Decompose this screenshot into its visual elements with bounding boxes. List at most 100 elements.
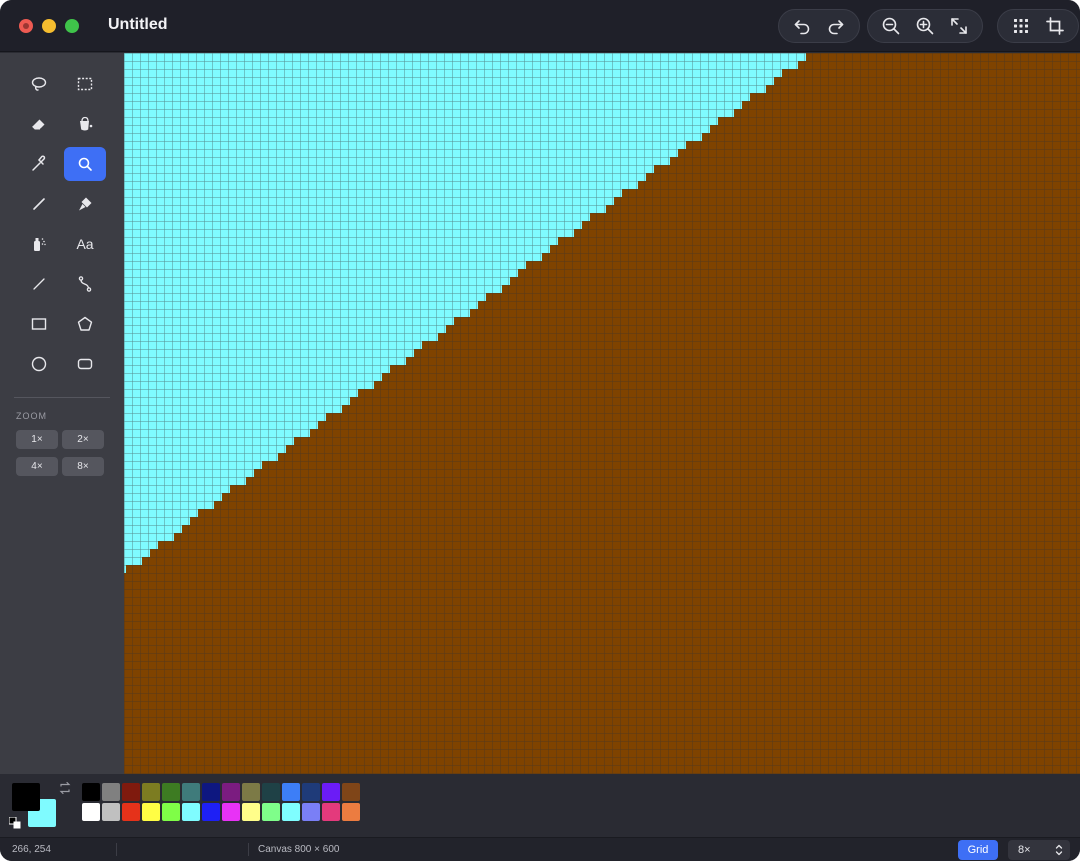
palette-swatch[interactable] xyxy=(202,783,220,801)
zoom-level-value: 8× xyxy=(1018,844,1031,856)
palette-swatch[interactable] xyxy=(102,783,120,801)
grid-button[interactable] xyxy=(1004,9,1038,43)
palette-swatch[interactable] xyxy=(202,803,220,821)
eraser-tool[interactable] xyxy=(18,107,60,141)
tool-sidebar: Aa ZOOM 1× 2× 4× 8× xyxy=(0,53,124,774)
palette-swatch[interactable] xyxy=(282,783,300,801)
redo-button[interactable] xyxy=(819,9,853,43)
crop-icon xyxy=(1046,17,1064,35)
rect-select-tool[interactable] xyxy=(64,67,106,101)
palette-swatch[interactable] xyxy=(342,783,360,801)
cursor-position: 266, 254 xyxy=(12,844,51,855)
drawing-canvas[interactable] xyxy=(124,53,1080,774)
pixel-grid-overlay xyxy=(124,53,1080,774)
rectangle-icon xyxy=(31,318,47,330)
palette-swatch[interactable] xyxy=(302,803,320,821)
eyedropper-icon xyxy=(32,155,46,171)
color-palette-bar xyxy=(0,774,1080,837)
pencil-icon xyxy=(33,198,45,210)
title-bar: Untitled xyxy=(0,0,1080,52)
grid-icon xyxy=(1014,19,1028,33)
palette-swatch[interactable] xyxy=(342,803,360,821)
palette-swatch[interactable] xyxy=(282,803,300,821)
status-bar: 266, 254 Canvas 800 × 600 Grid 8× xyxy=(0,837,1080,861)
palette-swatch[interactable] xyxy=(262,803,280,821)
sidebar-divider xyxy=(14,397,110,398)
palette-swatch[interactable] xyxy=(162,783,180,801)
palette-swatch[interactable] xyxy=(242,783,260,801)
primary-color-swatch[interactable] xyxy=(12,783,40,811)
zoom-1x-button[interactable]: 1× xyxy=(16,430,58,449)
palette-swatch[interactable] xyxy=(182,803,200,821)
minimize-window-button[interactable] xyxy=(42,19,56,33)
close-window-button[interactable] xyxy=(19,19,33,33)
lasso-icon xyxy=(31,77,47,91)
palette-swatch[interactable] xyxy=(142,783,160,801)
palette-swatch[interactable] xyxy=(222,783,240,801)
brush-tool[interactable] xyxy=(64,187,106,221)
rectangle-tool[interactable] xyxy=(18,307,60,341)
line-tool[interactable] xyxy=(18,267,60,301)
fill-tool[interactable] xyxy=(64,107,106,141)
palette-swatch[interactable] xyxy=(142,803,160,821)
ellipse-tool[interactable] xyxy=(18,347,60,381)
zoom-out-button[interactable] xyxy=(874,9,908,43)
fill-bucket-icon xyxy=(80,116,93,131)
palette-swatch[interactable] xyxy=(222,803,240,821)
chevron-updown-icon xyxy=(1055,844,1063,856)
paint-window: Untitled Aa ZOOM 1× 2× 4× 8× 266, 254 Ca… xyxy=(0,0,1080,861)
undo-icon xyxy=(794,20,810,35)
lasso-tool[interactable] xyxy=(18,67,60,101)
line-icon xyxy=(33,278,45,290)
grid-toggle-button[interactable]: Grid xyxy=(958,840,998,860)
canvas-size-label: Canvas 800 × 600 xyxy=(258,844,340,855)
magnifier-icon xyxy=(78,157,92,171)
status-divider xyxy=(248,843,249,856)
palette-swatch[interactable] xyxy=(102,803,120,821)
palette-swatch[interactable] xyxy=(302,783,320,801)
magnifier-tool[interactable] xyxy=(64,147,106,181)
polygon-tool[interactable] xyxy=(64,307,106,341)
zoom-4x-button[interactable]: 4× xyxy=(16,457,58,476)
swap-colors-icon[interactable] xyxy=(58,781,72,795)
zoom-level-select[interactable]: 8× xyxy=(1008,840,1070,860)
rect-select-icon xyxy=(77,77,93,91)
palette-swatch[interactable] xyxy=(162,803,180,821)
extra-group xyxy=(997,9,1079,43)
palette-swatch[interactable] xyxy=(122,783,140,801)
eyedropper-tool[interactable] xyxy=(18,147,60,181)
text-tool-label: Aa xyxy=(76,236,94,252)
brush-icon xyxy=(79,197,92,211)
history-group xyxy=(778,9,860,43)
reset-colors-icon[interactable] xyxy=(9,817,21,829)
palette-swatch[interactable] xyxy=(182,783,200,801)
palette-swatch[interactable] xyxy=(322,803,340,821)
palette-swatch[interactable] xyxy=(82,803,100,821)
eraser-icon xyxy=(32,119,45,130)
ellipse-icon xyxy=(31,356,47,372)
airbrush-tool[interactable] xyxy=(18,227,60,261)
zoom-in-button[interactable] xyxy=(908,9,942,43)
redo-icon xyxy=(828,20,844,35)
undo-button[interactable] xyxy=(785,9,819,43)
palette-swatch[interactable] xyxy=(322,783,340,801)
palette-swatch[interactable] xyxy=(122,803,140,821)
pencil-tool[interactable] xyxy=(18,187,60,221)
curve-icon xyxy=(78,276,92,292)
palette-swatch[interactable] xyxy=(242,803,260,821)
zoom-8x-button[interactable]: 8× xyxy=(62,457,104,476)
rounded-rect-tool[interactable] xyxy=(64,347,106,381)
palette-swatch[interactable] xyxy=(82,783,100,801)
text-tool[interactable]: Aa xyxy=(64,227,106,261)
crop-button[interactable] xyxy=(1038,9,1072,43)
view-group xyxy=(867,9,983,43)
maximize-window-button[interactable] xyxy=(65,19,79,33)
zoom-section-label: ZOOM xyxy=(16,411,47,421)
curve-tool[interactable] xyxy=(64,267,106,301)
zoom-2x-button[interactable]: 2× xyxy=(62,430,104,449)
palette-swatch[interactable] xyxy=(262,783,280,801)
rounded-rect-icon xyxy=(77,358,93,370)
polygon-icon xyxy=(77,316,93,331)
fit-screen-button[interactable] xyxy=(942,9,976,43)
zoom-out-icon xyxy=(882,17,900,35)
